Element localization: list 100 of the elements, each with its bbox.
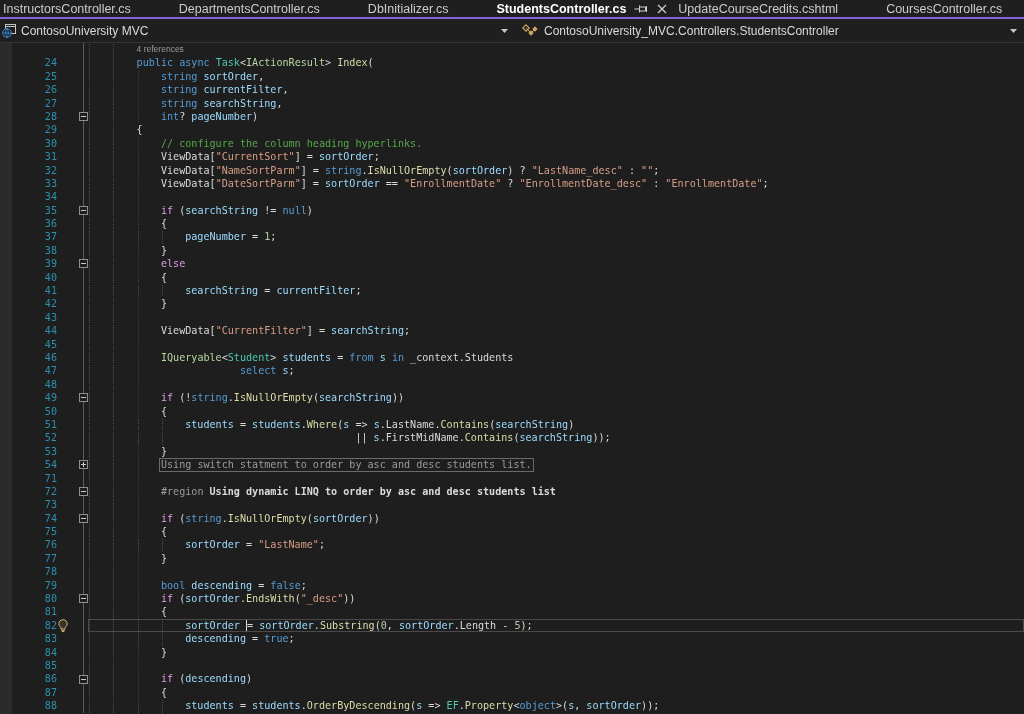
- code-line: if (descending): [160, 672, 253, 686]
- line-number: 51: [44, 417, 57, 432]
- code-line: sortOrder: [185, 618, 241, 633]
- line-number: 25: [44, 69, 57, 84]
- code-line: pageNumber = 1;: [185, 230, 277, 244]
- line-number: 88: [44, 699, 57, 713]
- minus-square-icon[interactable]: [79, 259, 88, 269]
- line-number: 28: [44, 109, 57, 124]
- code-line: }: [160, 551, 167, 566]
- line-number: 79: [44, 578, 57, 593]
- line-number: 40: [44, 270, 57, 285]
- text-cursor-icon: [246, 618, 247, 633]
- line-number: 43: [44, 310, 57, 325]
- type-dropdown[interactable]: ContosoUniversity_MVC.Controllers.StudentsController: [519, 19, 1024, 42]
- code-line: if (!string.IsNullOrEmpty(searchString)): [160, 391, 405, 405]
- document-tab[interactable]: StudentsController.cs: [493, 0, 676, 17]
- code-line: select s;: [239, 364, 295, 378]
- code-line: {: [160, 685, 167, 700]
- code-line: ViewData["CurrentSort"] = sortOrder;: [160, 150, 380, 164]
- code-line: students = students.Where(s => s.LastName.Contains(searchString): [185, 417, 575, 432]
- line-number: 26: [44, 83, 57, 97]
- code-line: public async Task<IActionResult> Index(: [136, 56, 374, 70]
- code-line: if (string.IsNullOrEmpty(sortOrder)): [160, 511, 380, 526]
- line-number: 80: [44, 592, 57, 606]
- line-number: 46: [44, 351, 57, 365]
- line-number: 44: [44, 324, 57, 338]
- minus-square-icon[interactable]: [79, 594, 88, 604]
- document-tab[interactable]: CoursesController.cs: [883, 0, 1024, 17]
- line-number: 24: [44, 56, 57, 70]
- line-number: 71: [44, 471, 57, 485]
- line-number: 37: [44, 230, 57, 244]
- collapsed-region[interactable]: Using switch statment to order by asc and desc students list.: [158, 458, 534, 472]
- line-number: 74: [44, 511, 57, 526]
- line-number: 48: [44, 377, 57, 392]
- line-number: 49: [44, 391, 57, 405]
- minus-square-icon[interactable]: [79, 393, 88, 403]
- minus-square-icon[interactable]: [79, 487, 88, 497]
- document-tab[interactable]: UpdateCourseCredits.cshtml: [675, 0, 884, 17]
- line-number: 77: [44, 551, 57, 566]
- pin-icon[interactable]: [634, 3, 649, 14]
- line-number: 81: [44, 605, 57, 619]
- code-line: }: [160, 645, 167, 659]
- code-line: }: [160, 243, 167, 258]
- document-tab[interactable]: DepartmentsController.cs: [175, 0, 365, 17]
- line-number: 41: [44, 284, 57, 298]
- line-number: 34: [44, 190, 57, 204]
- line-number: 39: [44, 257, 57, 271]
- code-line: string searchString,: [160, 96, 283, 110]
- line-number: 30: [44, 136, 57, 151]
- code-line: || s.FirstMidName.Contains(searchString));: [355, 431, 611, 445]
- line-number: 32: [44, 163, 57, 177]
- line-number: 85: [44, 658, 57, 673]
- code-line: {: [160, 605, 167, 619]
- line-number: 45: [44, 337, 57, 351]
- code-line: {: [136, 123, 143, 137]
- line-number: 82: [44, 618, 57, 633]
- code-line: string currentFilter,: [160, 83, 289, 97]
- close-icon[interactable]: [657, 3, 668, 14]
- line-number: 31: [44, 150, 57, 164]
- code-line: int? pageNumber): [160, 109, 259, 124]
- code-line: {: [160, 270, 167, 285]
- line-number: 50: [44, 404, 57, 418]
- line-number: 29: [44, 123, 57, 137]
- line-number: 84: [44, 645, 57, 659]
- minus-square-icon[interactable]: [79, 205, 88, 215]
- plus-square-icon[interactable]: [79, 460, 88, 470]
- code-line: }: [160, 444, 167, 459]
- line-number: 42: [44, 297, 57, 311]
- project-dropdown[interactable]: ContosoUniversity MVC: [0, 19, 515, 42]
- caret-icon[interactable]: [501, 28, 508, 33]
- minus-square-icon[interactable]: [79, 674, 88, 684]
- code-line: = sortOrder.Substring(0, sortOrder.Length - 5);: [247, 618, 533, 633]
- code-line: else: [160, 257, 186, 271]
- caret-icon[interactable]: [1010, 28, 1017, 33]
- line-number: 38: [44, 243, 57, 258]
- line-number: 75: [44, 525, 57, 539]
- code-line: if (sortOrder.EndsWith("_desc")): [160, 592, 356, 606]
- code-line: {: [160, 525, 167, 539]
- code-line: ViewData["DateSortParm"] = sortOrder == "EnrollmentDate" ? "EnrollmentDate_desc" : "EnrollmentDate";: [160, 177, 769, 191]
- line-number: 36: [44, 217, 57, 231]
- code-line: string sortOrder,: [160, 69, 265, 84]
- code-line: if (searchString != null): [160, 203, 313, 218]
- line-number: 54: [44, 458, 57, 472]
- code-line: descending = true;: [185, 632, 295, 646]
- reference-count[interactable]: 4 references: [136, 43, 184, 57]
- line-number: 47: [44, 364, 57, 378]
- code-line: sortOrder = "LastName";: [185, 538, 325, 552]
- document-tab[interactable]: InstructorsController.cs: [0, 0, 176, 17]
- linked-diamonds-icon: [522, 23, 539, 38]
- code-line: ViewData["CurrentFilter"] = searchString;: [160, 324, 411, 338]
- minus-square-icon[interactable]: [79, 112, 88, 122]
- line-number: 53: [44, 444, 57, 459]
- code-line: {: [160, 217, 167, 231]
- code-line: {: [160, 404, 167, 418]
- minus-square-icon[interactable]: [79, 513, 88, 523]
- line-number: 78: [44, 565, 57, 579]
- line-number: 86: [44, 672, 57, 686]
- document-tab[interactable]: DbInitializer.cs: [364, 0, 494, 17]
- line-number: 73: [44, 498, 57, 512]
- lightbulb-icon[interactable]: [58, 619, 68, 632]
